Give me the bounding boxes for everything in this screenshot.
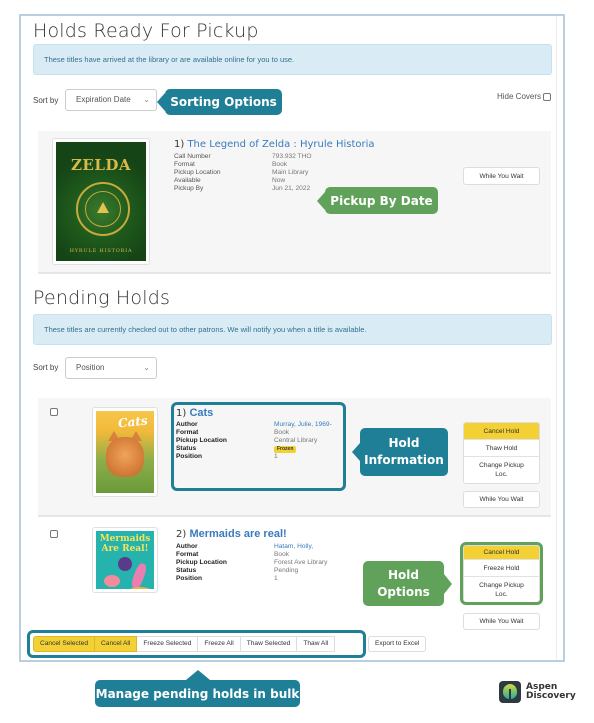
while-you-wait-button[interactable]: While You Wait	[463, 613, 540, 630]
logo-text-line2: Discovery	[526, 691, 576, 701]
row-divider	[38, 272, 551, 274]
zelda-cover[interactable]: ZELDA HYRULE HISTORIA	[52, 138, 150, 265]
sorting-options-callout: Sorting Options	[157, 89, 282, 115]
callout-arrow	[317, 191, 325, 210]
mermaid-illustration	[118, 557, 132, 571]
callout-arrow	[444, 573, 452, 594]
available-value: Now	[272, 177, 286, 184]
cat-illustration	[106, 437, 144, 477]
pending-sort-select[interactable]: Position ⌄	[65, 357, 157, 379]
chevron-down-icon: ⌄	[143, 363, 150, 372]
callout-text: Hold Information	[364, 436, 444, 467]
pending-section-title: Pending Holds	[33, 287, 171, 309]
row-divider	[38, 515, 551, 517]
status-value: Pending	[274, 567, 299, 574]
callout-arrow	[157, 93, 165, 111]
cancel-hold-button[interactable]: Cancel Hold	[464, 423, 539, 440]
field-label: Pickup By	[174, 185, 204, 192]
item-index: 2)	[176, 529, 187, 540]
pending-item-details: Author Hatam, Holly, Format Book Pickup Lo…	[176, 543, 327, 583]
hold-actions-group: Cancel Hold Thaw Hold Change Pickup Loc.	[463, 422, 540, 484]
ready-sort-label: Sort by	[33, 96, 59, 105]
callout-text: Manage pending holds in bulk	[95, 686, 300, 701]
pending-sort-value: Position	[76, 363, 105, 372]
ready-section-title: Holds Ready For Pickup	[33, 20, 259, 42]
mermaid-illustration	[104, 575, 120, 587]
item-index: 1)	[174, 139, 185, 150]
field-label: Pickup Location	[176, 559, 227, 566]
ready-info-alert: These titles have arrived at the library…	[33, 44, 552, 75]
callout-arrow	[352, 443, 360, 461]
scroll-track	[556, 16, 557, 660]
cats-cover-image: Cats	[96, 411, 154, 493]
field-label: Status	[176, 567, 197, 574]
cats-cover[interactable]: Cats	[92, 407, 158, 497]
chevron-down-icon: ⌄	[143, 95, 150, 104]
pickup-by-value: Jun 21, 2022	[272, 185, 311, 192]
field-label: Position	[176, 575, 203, 582]
ready-item-details: Call Number 793.932 THO Format Book Pickup…	[174, 153, 311, 193]
mermaids-cover[interactable]: Mermaids Are Real!	[92, 527, 158, 593]
callout-text: Hold Options	[377, 567, 430, 599]
call-number-value: 793.932 THO	[272, 153, 312, 160]
hold-information-callout: Hold Information	[352, 428, 448, 476]
zelda-cover-image: ZELDA HYRULE HISTORIA	[56, 142, 146, 261]
select-hold-checkbox[interactable]	[50, 530, 58, 538]
select-hold-checkbox[interactable]	[50, 408, 58, 416]
author-link[interactable]: Hatam, Holly,	[274, 543, 313, 551]
thaw-hold-button[interactable]: Thaw Hold	[464, 440, 539, 457]
ready-sort-value: Expiration Date	[76, 95, 131, 104]
pickup-location-value: Forest Ave Library	[274, 559, 328, 566]
ready-item-title: 1) The Legend of Zelda : Hyrule Historia	[174, 139, 375, 150]
hide-covers-checkbox[interactable]	[543, 92, 551, 101]
pending-item-title: 2) Mermaids are real!	[176, 528, 287, 540]
field-label: Call Number	[174, 153, 211, 160]
hide-covers-toggle[interactable]: Hide Covers	[497, 92, 551, 101]
aspen-discovery-logo: Aspen Discovery	[499, 681, 576, 703]
change-pickup-button[interactable]: Change Pickup Loc.	[464, 457, 539, 483]
callout-text: Sorting Options	[170, 95, 277, 109]
pickup-by-callout: Pickup By Date	[317, 187, 438, 214]
mermaid-illustration	[129, 562, 149, 589]
field-label: Author	[176, 543, 198, 550]
cover-title-text: Mermaids Are Real!	[99, 534, 151, 554]
pending-sort-label: Sort by	[33, 363, 59, 372]
aspen-leaf-icon	[499, 681, 521, 703]
hold-options-highlight	[460, 542, 543, 605]
field-label: Format	[174, 161, 195, 168]
cover-subtitle-text: HYRULE HISTORIA	[69, 248, 133, 254]
field-label: Format	[176, 551, 199, 558]
cover-title-text: Cats	[117, 413, 149, 431]
hold-options-callout: Hold Options	[363, 561, 452, 606]
callout-text: Pickup By Date	[330, 193, 433, 208]
while-you-wait-button[interactable]: While You Wait	[463, 491, 540, 508]
mermaids-cover-image: Mermaids Are Real!	[96, 531, 154, 589]
field-label: Available	[174, 177, 201, 184]
field-label: Pickup Location	[174, 169, 221, 176]
ready-sort-select[interactable]: Expiration Date ⌄	[65, 89, 157, 111]
export-to-excel-button[interactable]: Export to Excel	[368, 636, 427, 652]
title-link[interactable]: The Legend of Zelda : Hyrule Historia	[187, 139, 374, 150]
callout-arrow	[185, 670, 210, 680]
pending-info-alert: These titles are currently checked out t…	[33, 314, 552, 345]
format-value: Book	[272, 161, 288, 168]
pickup-location-value: Main Library	[272, 169, 309, 176]
title-link[interactable]: Mermaids are real!	[189, 528, 286, 540]
bulk-actions-highlight	[27, 630, 366, 658]
hide-covers-label: Hide Covers	[496, 92, 541, 101]
triforce-icon	[97, 202, 109, 213]
hold-info-highlight	[171, 402, 346, 491]
format-value: Book	[274, 551, 290, 558]
while-you-wait-button[interactable]: While You Wait	[463, 167, 540, 185]
position-value: 1	[274, 575, 278, 582]
bulk-actions-callout: Manage pending holds in bulk	[95, 670, 300, 707]
mermaid-tail	[130, 587, 150, 589]
cover-title-text: ZELDA	[70, 156, 132, 174]
